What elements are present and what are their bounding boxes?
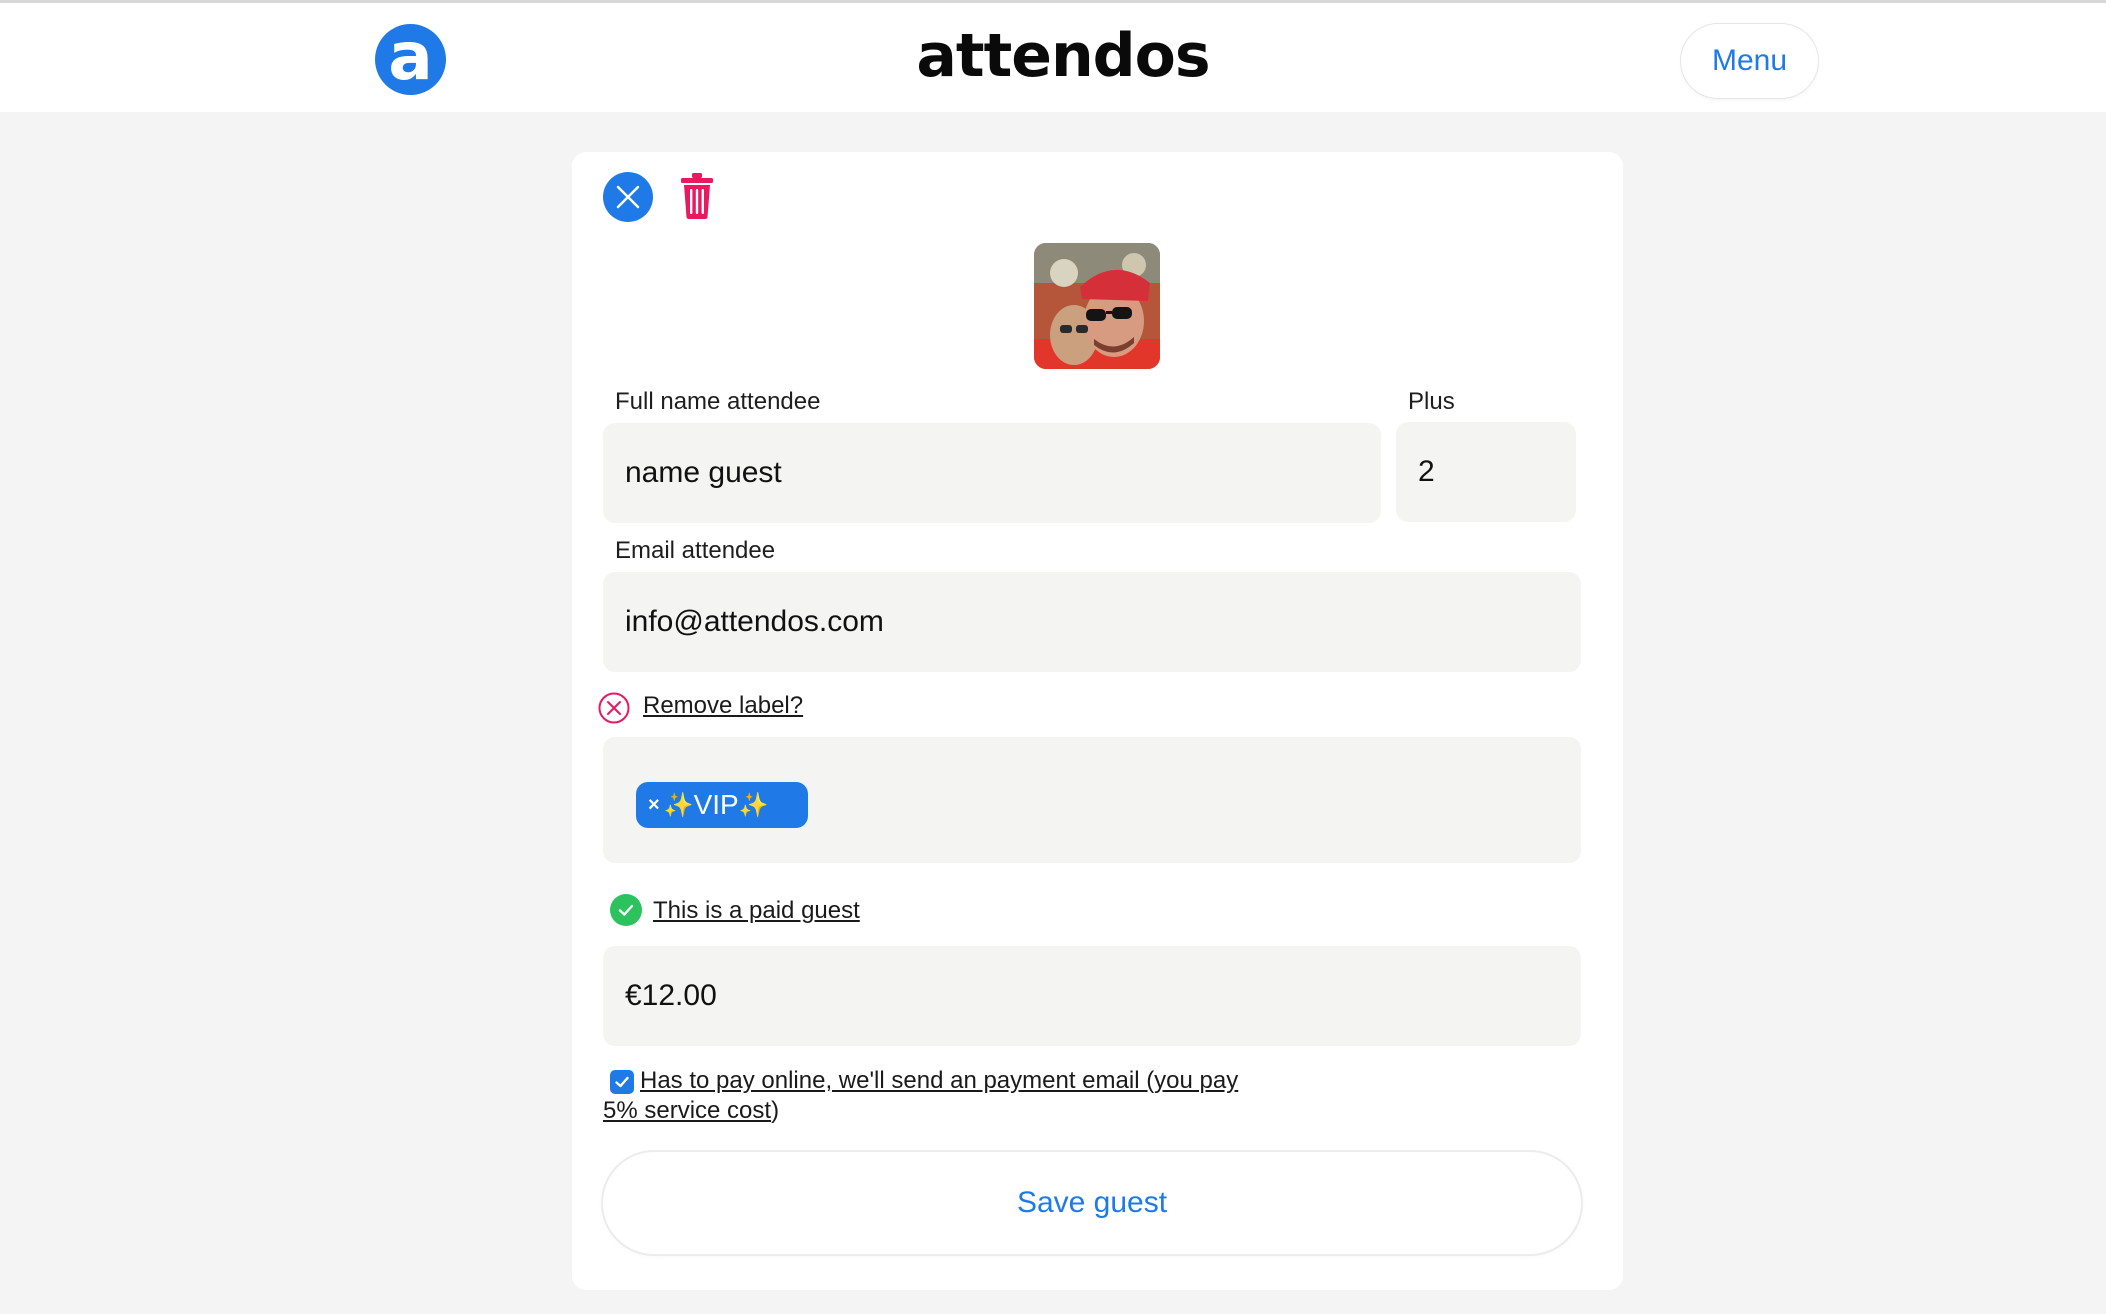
pay-online-text: Has to pay online, we'll send an payment… bbox=[603, 1066, 1273, 1126]
trash-icon bbox=[681, 173, 713, 219]
email-input[interactable]: info@attendos.com bbox=[603, 572, 1581, 672]
paid-guest-toggle[interactable] bbox=[610, 894, 642, 926]
sparkle-icon: ✨ bbox=[663, 791, 694, 819]
sparkle-icon: ✨ bbox=[738, 791, 769, 819]
full-name-input[interactable]: name guest bbox=[603, 423, 1381, 523]
guest-avatar[interactable] bbox=[1034, 243, 1160, 369]
full-name-label: Full name attendee bbox=[615, 388, 821, 415]
edit-guest-card: Full name attendee name guest Plus 2 Ema… bbox=[572, 152, 1623, 1290]
pay-online-checkbox[interactable] bbox=[610, 1070, 634, 1094]
remove-label-button[interactable] bbox=[598, 692, 630, 724]
checkbox-checked-icon bbox=[615, 1076, 629, 1088]
remove-label-link[interactable]: Remove label? bbox=[643, 692, 803, 720]
chip-remove-icon[interactable]: × bbox=[648, 794, 660, 817]
email-label: Email attendee bbox=[615, 537, 776, 564]
paid-guest-link[interactable]: This is a paid guest bbox=[653, 897, 860, 925]
menu-button[interactable]: Menu bbox=[1681, 24, 1818, 98]
plus-count-input[interactable]: 2 bbox=[1396, 422, 1576, 522]
top-navigation-bar: a attendos Menu bbox=[0, 0, 2106, 112]
remove-circle-icon bbox=[598, 692, 630, 724]
close-icon bbox=[616, 185, 640, 209]
pay-online-suffix: ) bbox=[771, 1097, 780, 1124]
close-button[interactable] bbox=[603, 172, 653, 222]
delete-guest-button[interactable] bbox=[680, 172, 714, 220]
vip-label-chip[interactable]: × ✨ VIP ✨ bbox=[636, 782, 808, 828]
avatar-photo bbox=[1034, 243, 1160, 369]
check-circle-icon bbox=[618, 904, 634, 916]
plus-label: Plus bbox=[1408, 388, 1455, 415]
pay-online-link[interactable]: Has to pay online, we'll send an payment… bbox=[603, 1067, 1238, 1124]
chip-text: VIP bbox=[693, 789, 739, 820]
save-guest-button[interactable]: Save guest bbox=[603, 1152, 1581, 1254]
price-input[interactable]: €12.00 bbox=[603, 946, 1581, 1046]
